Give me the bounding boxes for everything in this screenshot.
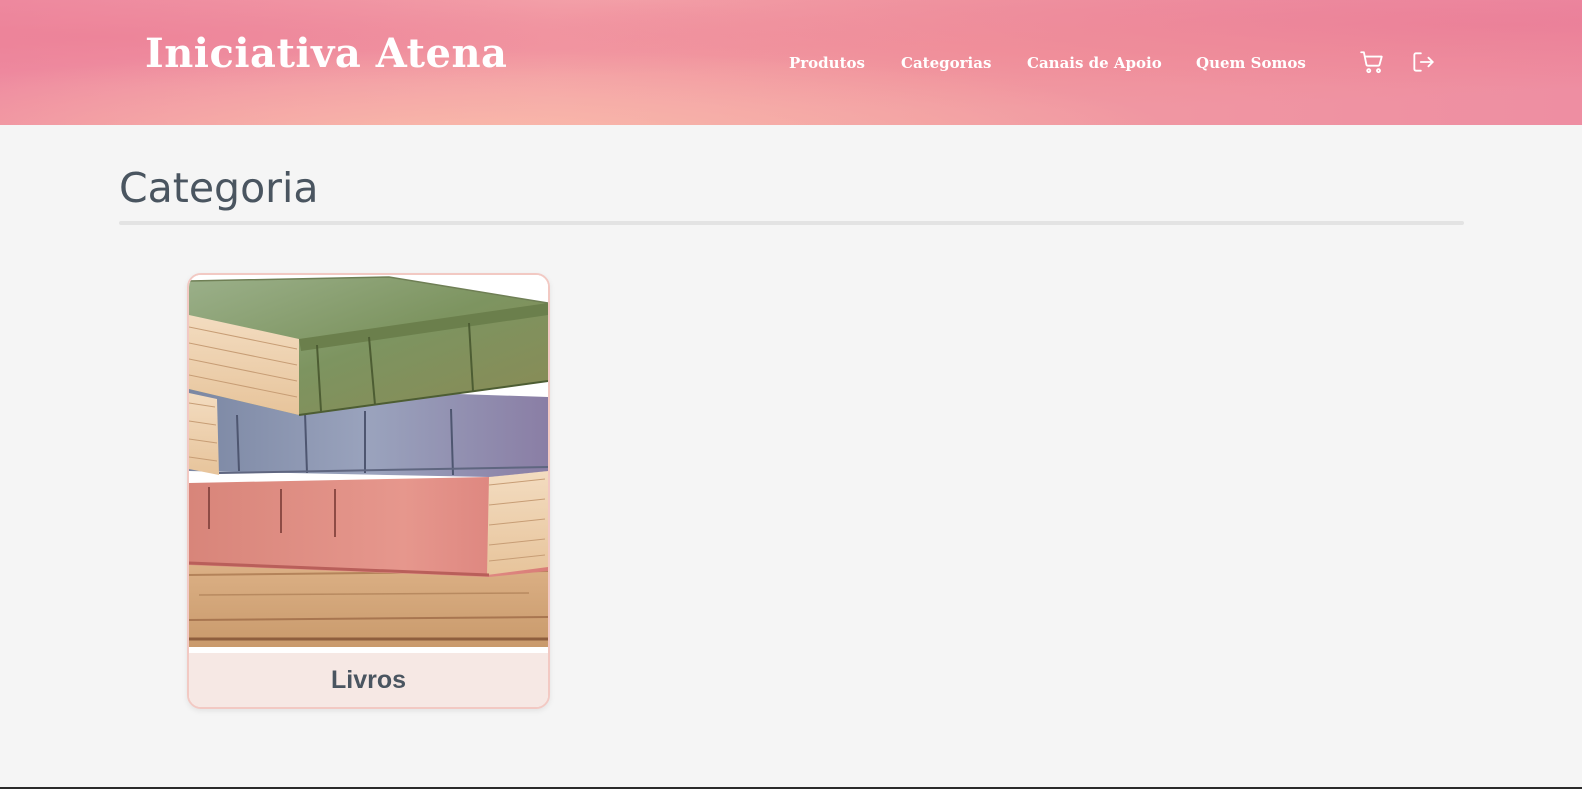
page-title: Categoria bbox=[119, 164, 319, 212]
nav-link-quem-somos[interactable]: Quem Somos bbox=[1196, 54, 1306, 72]
nav-link-categorias[interactable]: Categorias bbox=[901, 54, 991, 72]
category-image-books bbox=[189, 275, 548, 653]
brand-logo[interactable]: Iniciativa Atena bbox=[145, 30, 507, 77]
cart-icon bbox=[1360, 51, 1383, 74]
category-card-footer: Livros bbox=[189, 653, 548, 707]
logout-button[interactable] bbox=[1409, 48, 1437, 76]
logout-icon bbox=[1413, 52, 1434, 72]
site-header: Iniciativa Atena Produtos Categorias Can… bbox=[0, 0, 1582, 125]
nav-link-canais-de-apoio[interactable]: Canais de Apoio bbox=[1027, 54, 1162, 72]
category-card-livros[interactable]: Livros bbox=[187, 273, 550, 709]
title-divider bbox=[119, 221, 1464, 225]
category-label: Livros bbox=[330, 665, 407, 694]
cart-button[interactable] bbox=[1358, 48, 1386, 76]
nav-link-produtos[interactable]: Produtos bbox=[789, 54, 865, 72]
